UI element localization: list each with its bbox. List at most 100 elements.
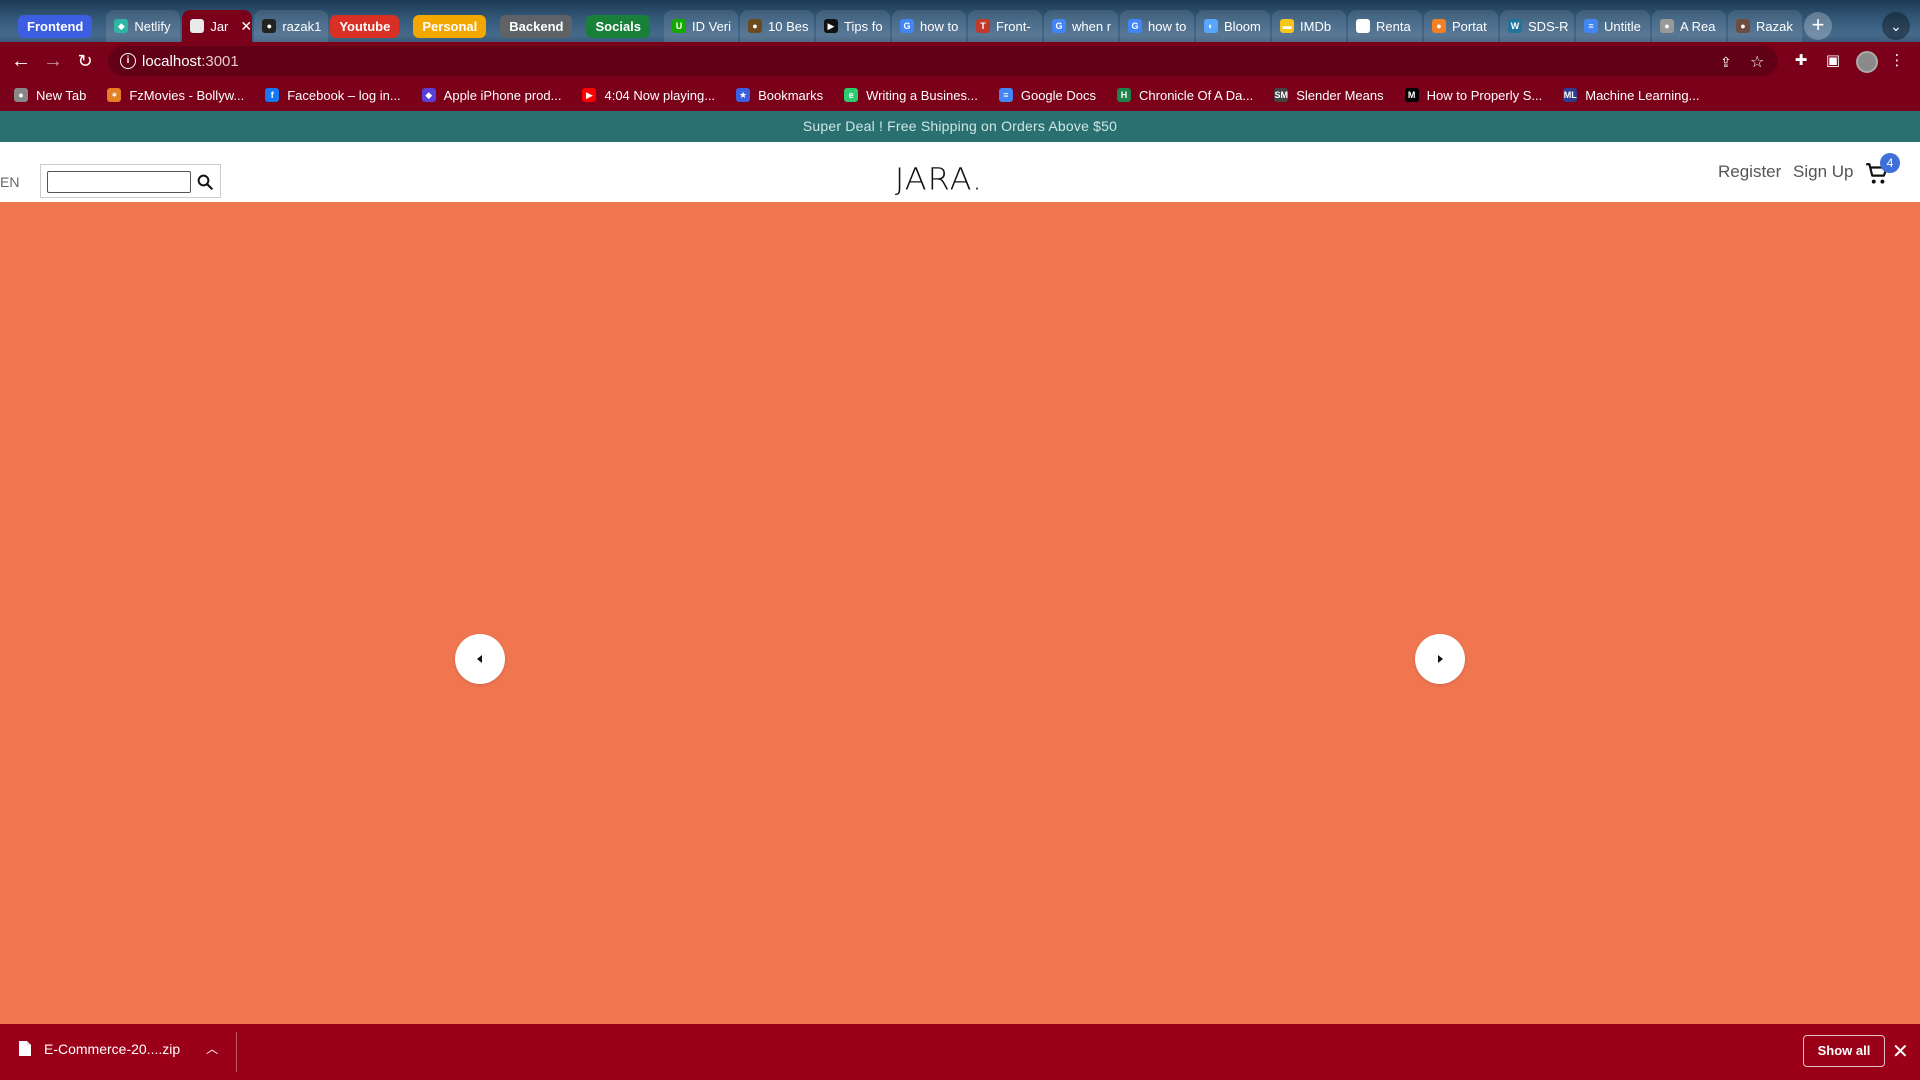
divider [236, 1032, 237, 1072]
menu-kebab-icon[interactable]: ⋮ [1888, 52, 1906, 70]
reload-icon[interactable]: ↻ [72, 48, 98, 74]
bookmark-item[interactable]: ★ Bookmarks [736, 88, 823, 103]
download-item[interactable]: E-Commerce-20....zip ︿ [18, 1040, 218, 1057]
show-all-downloads-button[interactable]: Show all [1803, 1035, 1885, 1067]
download-file-name: E-Commerce-20....zip [44, 1040, 181, 1057]
tab-favicon-icon: ● [1432, 19, 1447, 33]
tab-list: Frontend ◆ Netlify Jar ✕ ● razak1 Youtube Person… [18, 10, 1804, 42]
browser-tab[interactable]: ≡ Untitle [1576, 10, 1651, 42]
bookmark-favicon-icon: ≡ [998, 88, 1013, 102]
browser-tab[interactable]: ◆ Netlify [106, 10, 181, 42]
bookmark-label: FzMovies - Bollyw... [129, 87, 245, 103]
tab-favicon-icon: ● [262, 19, 277, 33]
tab-title: Untitle [1604, 18, 1641, 34]
sign-up-link[interactable]: Sign Up [1793, 162, 1853, 182]
bookmark-label: 4:04 Now playing... [604, 87, 716, 103]
tab-group-backend[interactable]: Backend [500, 10, 573, 42]
url-host: localhost [142, 53, 202, 70]
browser-tab[interactable]: W SDS-R [1500, 10, 1575, 42]
bookmark-item[interactable]: f Facebook – log in... [265, 87, 401, 103]
bookmark-item[interactable]: e Writing a Busines... [844, 88, 978, 103]
tab-favicon-icon: ◆ [114, 19, 129, 33]
new-tab-button[interactable]: + [1804, 12, 1832, 40]
bookmark-item[interactable]: ● New Tab [14, 88, 86, 103]
tab-title: Razak [1756, 18, 1793, 34]
bookmark-item[interactable]: ◆ Apple iPhone prod... [421, 88, 561, 103]
close-icon[interactable]: ✕ [1892, 1039, 1909, 1064]
bookmark-label: Bookmarks [758, 87, 824, 103]
tab-favicon-icon: G [900, 19, 915, 33]
tab-favicon-icon: ● [1660, 19, 1675, 33]
browser-tab[interactable]: ◐ Bloom [1196, 10, 1271, 42]
browser-tab[interactable]: ● Portat [1424, 10, 1499, 42]
browser-tab[interactable]: Jar ✕ [182, 10, 253, 42]
carousel-next-button[interactable] [1415, 634, 1465, 684]
tab-title: Jar [210, 18, 229, 34]
bookmark-favicon-icon: M [1404, 88, 1419, 102]
bookmark-item[interactable]: ≡ Google Docs [998, 88, 1096, 103]
caret-left-icon [477, 655, 482, 663]
bookmark-favicon-icon: ● [14, 88, 28, 102]
browser-tab[interactable]: Ghow to [892, 10, 967, 42]
tab-group-label: Frontend [18, 14, 93, 38]
url-text: localhost:3001 [142, 53, 239, 70]
bookmark-item[interactable]: SM Slender Means [1274, 88, 1384, 103]
tab-group-label: Backend [500, 14, 573, 38]
share-icon[interactable]: ⇪ [1720, 54, 1732, 71]
browser-tab[interactable]: ● Razak [1728, 10, 1803, 42]
browser-tab[interactable]: ▬ IMDb [1272, 10, 1347, 42]
bookmark-favicon-icon: f [265, 88, 280, 102]
tab-group-socials[interactable]: Socials [586, 10, 651, 42]
tab-group-personal[interactable]: Personal [413, 10, 487, 42]
tab-title: A Rea [1680, 18, 1716, 34]
bookmark-item[interactable]: H Chronicle Of A Da... [1117, 88, 1253, 103]
forward-arrow-icon[interactable]: → [40, 48, 66, 74]
bookmark-item[interactable]: ML Machine Learning... [1563, 88, 1699, 103]
browser-tab[interactable]: Gwhen r [1044, 10, 1119, 42]
bookmark-favicon-icon: ✶ [107, 88, 122, 102]
side-panel-icon[interactable]: ▣ [1824, 52, 1842, 70]
bookmark-label: Facebook – log in... [287, 87, 401, 103]
bookmark-favicon-icon: H [1117, 88, 1132, 102]
profile-avatar[interactable] [1856, 51, 1878, 73]
bookmark-favicon-icon: ★ [736, 88, 751, 102]
register-link[interactable]: Register [1718, 162, 1781, 182]
brand-logo[interactable]: JARA. [0, 161, 1878, 197]
tab-group-youtube[interactable]: Youtube [330, 10, 400, 42]
tab-title: Bloom [1224, 18, 1261, 34]
tab-favicon-icon: ▶ [824, 19, 839, 33]
bookmark-label: How to Properly S... [1426, 87, 1543, 103]
browser-tab[interactable]: U ID Veri [664, 10, 739, 42]
cart-count-badge: 4 [1880, 153, 1900, 173]
chevron-up-icon[interactable]: ︿ [206, 1040, 218, 1057]
browser-tab[interactable]: T Front- [968, 10, 1043, 42]
bookmark-label: Chronicle Of A Da... [1139, 87, 1254, 103]
tab-title: Tips fo [844, 18, 883, 34]
browser-tab[interactable]: P Renta [1348, 10, 1423, 42]
tab-favicon-icon [190, 19, 205, 33]
tab-close-icon[interactable]: ✕ [240, 18, 252, 35]
bookmark-star-icon[interactable]: ☆ [1750, 52, 1764, 72]
browser-tab[interactable]: Ghow to [1120, 10, 1195, 42]
browser-tab[interactable]: ● razak1 [254, 10, 329, 42]
bookmark-item[interactable]: M How to Properly S... [1404, 87, 1543, 103]
carousel-prev-button[interactable] [455, 634, 505, 684]
tab-search-button[interactable]: ⌄ [1882, 12, 1910, 40]
address-bar[interactable]: i localhost:3001 ⇪ ☆ [108, 46, 1778, 76]
extensions-icon[interactable]: ✚ [1792, 52, 1810, 70]
bookmark-favicon-icon: SM [1274, 88, 1289, 102]
tab-title: razak1 [282, 18, 322, 34]
tab-favicon-icon: U [672, 19, 687, 33]
back-arrow-icon[interactable]: ← [8, 48, 34, 74]
tab-group-frontend[interactable]: Frontend [18, 10, 93, 42]
bookmark-item[interactable]: ✶ FzMovies - Bollyw... [107, 88, 244, 103]
site-info-icon[interactable]: i [120, 53, 136, 69]
bookmark-item[interactable]: ▶ 4:04 Now playing... [582, 88, 715, 103]
browser-tab[interactable]: ● 10 Bes [740, 10, 815, 42]
tab-group-label: Socials [586, 14, 651, 38]
site-header: EN JARA. Register Sign Up 4 [0, 142, 1920, 202]
tab-favicon-icon: G [1128, 19, 1143, 33]
browser-tab[interactable]: ● A Rea [1652, 10, 1727, 42]
browser-tab[interactable]: ▶ Tips fo [816, 10, 891, 42]
tab-favicon-icon: ● [748, 19, 763, 33]
